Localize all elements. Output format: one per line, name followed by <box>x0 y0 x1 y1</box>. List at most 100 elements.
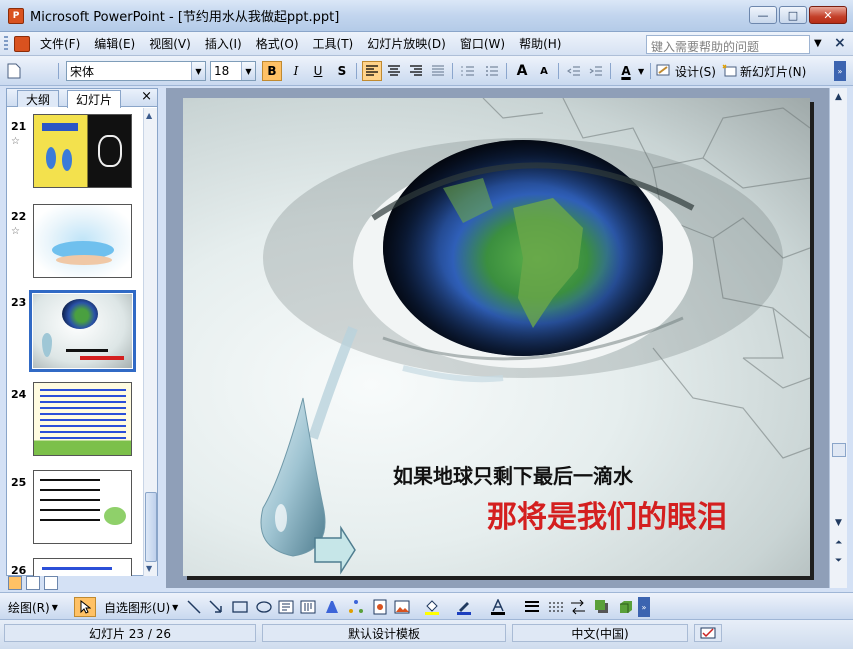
dash-style-icon[interactable] <box>548 599 564 615</box>
slide-number: 22 <box>11 210 27 223</box>
slide-text-line1[interactable]: 如果地球只剩下最后一滴水 <box>393 460 633 489</box>
status-template-name[interactable]: 默认设计模板 <box>262 624 506 642</box>
arrow-tool-icon[interactable] <box>208 599 224 615</box>
select-pointer-button[interactable] <box>74 597 96 617</box>
powerpoint-app-icon[interactable]: P <box>8 7 24 24</box>
slide-thumbnail-26[interactable] <box>33 558 132 576</box>
scroll-down-icon[interactable]: ▼ <box>835 518 842 528</box>
spellcheck-icon[interactable] <box>694 624 722 642</box>
current-slide[interactable]: 如果地球只剩下最后一滴水 那将是我们的眼泪 <box>183 98 810 576</box>
decrease-font-button[interactable]: A <box>534 61 554 81</box>
slide-sorter-view-button[interactable] <box>26 576 40 590</box>
menu-help[interactable]: 帮助(H) <box>519 35 561 52</box>
help-dropdown-arrow-icon[interactable]: ▼ <box>814 38 822 49</box>
chevron-down-icon[interactable]: ▼ <box>638 61 644 81</box>
font-color-button[interactable]: A <box>616 61 636 81</box>
align-center-button[interactable] <box>384 61 404 81</box>
chevron-down-icon[interactable]: ▼ <box>241 62 255 80</box>
menu-view[interactable]: 视图(V) <box>149 35 191 52</box>
autoshapes-button[interactable]: 自选图形(U) ▼ <box>104 597 178 617</box>
align-center-icon <box>388 65 400 76</box>
distribute-button[interactable] <box>428 61 448 81</box>
menu-file[interactable]: 文件(F) <box>40 35 80 52</box>
tab-outline[interactable]: 大纲 <box>17 90 60 107</box>
menu-format[interactable]: 格式(O) <box>256 35 299 52</box>
next-slide-icon[interactable]: ⏷ <box>835 556 842 566</box>
draw-menu-button[interactable]: 绘图(R) ▼ <box>8 597 58 617</box>
font-color-icon[interactable] <box>490 599 506 615</box>
maximize-button[interactable]: □ <box>779 6 807 24</box>
line-tool-icon[interactable] <box>186 599 202 615</box>
shadow-button[interactable]: S <box>332 61 352 81</box>
scroll-thumb[interactable] <box>832 443 846 457</box>
menu-window[interactable]: 窗口(W) <box>460 35 505 52</box>
picture-icon[interactable] <box>394 599 410 615</box>
textbox-tool-icon[interactable] <box>278 599 294 615</box>
toolbar-options-button[interactable]: » <box>834 61 846 81</box>
slide-thumbnail-24[interactable] <box>33 382 132 456</box>
rectangle-tool-icon[interactable] <box>232 599 248 615</box>
normal-view-button[interactable] <box>8 576 22 590</box>
scroll-thumb[interactable] <box>145 492 157 562</box>
previous-slide-icon[interactable]: ⏶ <box>835 538 842 548</box>
close-pane-button[interactable]: × <box>141 89 152 104</box>
font-name-combo[interactable]: 宋体 ▼ <box>66 61 206 81</box>
new-document-icon[interactable] <box>4 61 24 81</box>
vertical-textbox-icon[interactable] <box>300 599 316 615</box>
scroll-up-icon[interactable]: ▲ <box>835 92 842 102</box>
clipart-icon[interactable] <box>372 599 388 615</box>
slide-thumbnail-23[interactable] <box>29 290 136 372</box>
underline-button[interactable]: U <box>308 61 328 81</box>
slide-thumbnail-22[interactable] <box>33 204 132 278</box>
help-search-input[interactable]: 键入需要帮助的问题 <box>646 35 810 54</box>
draw-label: 绘图(R) <box>8 600 50 615</box>
font-size-combo[interactable]: 18 ▼ <box>210 61 256 81</box>
menu-insert[interactable]: 插入(I) <box>205 35 242 52</box>
slideshow-view-button[interactable] <box>44 576 58 590</box>
close-document-button[interactable]: × <box>834 35 846 51</box>
drawing-options-button[interactable]: » <box>638 597 650 617</box>
chevron-down-icon[interactable]: ▼ <box>191 62 205 80</box>
slide-number: 26 <box>11 564 27 576</box>
align-right-button[interactable] <box>406 61 426 81</box>
bullet-list-icon <box>486 66 498 76</box>
editor-scrollbar[interactable]: ▲ ▼ ⏶ ⏷ <box>829 88 847 588</box>
scroll-up-icon[interactable]: ▲ <box>146 111 152 120</box>
menu-bar: 文件(F) 编辑(E) 视图(V) 插入(I) 格式(O) 工具(T) 幻灯片放… <box>0 32 853 56</box>
arrow-style-icon[interactable] <box>570 599 586 615</box>
minimize-button[interactable]: — <box>749 6 777 24</box>
numbered-list-icon <box>461 66 474 76</box>
document-icon[interactable] <box>14 35 30 52</box>
oval-tool-icon[interactable] <box>256 599 272 615</box>
menu-edit[interactable]: 编辑(E) <box>94 35 135 52</box>
line-color-icon[interactable] <box>456 599 472 615</box>
3d-style-icon[interactable] <box>618 599 634 615</box>
slides-pane: 大纲 幻灯片 × 21 ☆ 22 ☆ 23 24 25 26 ▲ ▼ <box>6 88 158 576</box>
shadow-style-icon[interactable] <box>594 599 610 615</box>
increase-indent-button[interactable] <box>586 61 606 81</box>
italic-button[interactable]: I <box>286 61 306 81</box>
design-button[interactable]: 设计(S) <box>656 61 716 81</box>
menu-slideshow[interactable]: 幻灯片放映(D) <box>367 35 446 52</box>
bullets-button[interactable] <box>482 61 502 81</box>
diagram-icon[interactable] <box>348 599 364 615</box>
slide-thumbnail-21[interactable] <box>33 114 132 188</box>
scroll-down-icon[interactable]: ▼ <box>146 564 152 573</box>
new-slide-button[interactable]: 新幻灯片(N) <box>722 61 806 81</box>
wordart-icon[interactable] <box>324 599 340 615</box>
fill-color-icon[interactable] <box>424 599 440 615</box>
increase-font-button[interactable]: A <box>512 61 532 81</box>
menu-tools[interactable]: 工具(T) <box>313 35 354 52</box>
pane-scrollbar[interactable]: ▲ ▼ <box>143 108 157 576</box>
slide-text-line2[interactable]: 那将是我们的眼泪 <box>487 492 727 536</box>
autoshapes-label: 自选图形(U) <box>104 600 171 615</box>
slide-thumbnail-25[interactable] <box>33 470 132 544</box>
bold-button[interactable]: B <box>262 61 282 81</box>
align-left-button[interactable] <box>362 61 382 81</box>
close-window-button[interactable]: ✕ <box>809 6 847 24</box>
decrease-indent-button[interactable] <box>564 61 584 81</box>
numbering-button[interactable] <box>458 61 478 81</box>
line-style-icon[interactable] <box>524 599 540 615</box>
toolbar-grip[interactable] <box>4 35 8 52</box>
tab-slides[interactable]: 幻灯片 <box>67 90 122 108</box>
